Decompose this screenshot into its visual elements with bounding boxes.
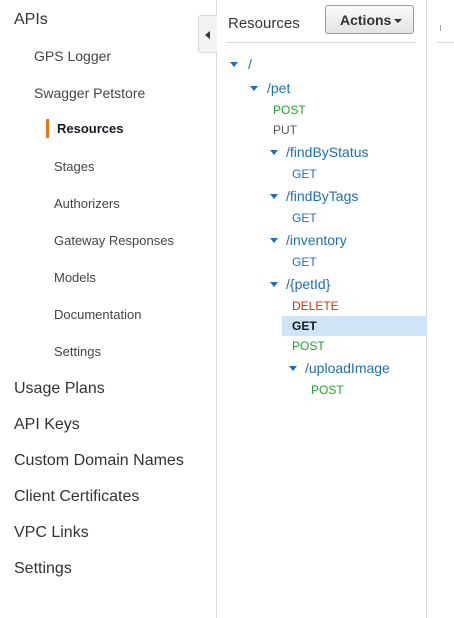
method-get[interactable]: GET [292,211,317,225]
method-get[interactable]: GET [292,255,317,269]
method-detail-panel [428,0,454,618]
method-get[interactable]: GET [292,167,317,181]
nav-gateway-responses[interactable]: Gateway Responses [54,233,174,248]
left-navigation: APIs GPS Logger Swagger Petstore Resourc… [0,0,217,618]
method-put[interactable]: PUT [273,123,297,137]
resource-petid[interactable]: /{petId} [286,276,330,292]
resource-root[interactable]: / [248,56,252,72]
resources-panel: Resources Actions / /pet POST PUT /findB… [217,0,427,618]
nav-custom-domain-names[interactable]: Custom Domain Names [14,452,184,470]
resources-title: Resources [228,15,300,32]
caret-left-icon [205,31,210,39]
nav-settings[interactable]: Settings [14,560,72,578]
nav-authorizers[interactable]: Authorizers [54,196,120,211]
nav-api-swagger-petstore[interactable]: Swagger Petstore [34,85,145,101]
resource-inventory[interactable]: /inventory [286,232,347,248]
collapse-nav-button[interactable] [198,15,217,53]
nav-client-certificates[interactable]: Client Certificates [14,488,139,506]
method-get-selected[interactable]: GET [292,319,317,333]
method-post[interactable]: POST [292,339,325,353]
divider [437,42,454,43]
actions-label: Actions [340,12,392,28]
resource-uploadimage[interactable]: /uploadImage [305,360,390,376]
expand-toggle-icon[interactable] [270,238,278,243]
panel-edge-mark [440,25,444,31]
nav-models[interactable]: Models [54,270,96,285]
nav-apis[interactable]: APIs [14,11,48,29]
resource-findbystatus[interactable]: /findByStatus [286,144,369,160]
expand-toggle-icon[interactable] [289,366,297,371]
nav-vpc-links[interactable]: VPC Links [14,524,89,542]
expand-toggle-icon[interactable] [230,62,238,67]
nav-api-gps-logger[interactable]: GPS Logger [34,48,111,64]
method-post[interactable]: POST [311,383,344,397]
actions-button[interactable]: Actions [325,5,414,34]
method-delete[interactable]: DELETE [292,299,339,313]
expand-toggle-icon[interactable] [270,282,278,287]
expand-toggle-icon[interactable] [250,86,258,91]
expand-toggle-icon[interactable] [270,194,278,199]
nav-stages[interactable]: Stages [54,159,94,174]
method-post[interactable]: POST [273,103,306,117]
active-indicator [46,119,49,138]
nav-resources[interactable]: Resources [57,121,123,136]
expand-toggle-icon[interactable] [270,150,278,155]
caret-down-icon [394,19,402,23]
nav-documentation[interactable]: Documentation [54,307,141,322]
resource-pet[interactable]: /pet [267,80,290,96]
resource-findbytags[interactable]: /findByTags [286,188,358,204]
nav-api-settings[interactable]: Settings [54,344,101,359]
nav-api-keys[interactable]: API Keys [14,416,80,434]
divider [226,42,416,43]
nav-usage-plans[interactable]: Usage Plans [14,380,105,398]
